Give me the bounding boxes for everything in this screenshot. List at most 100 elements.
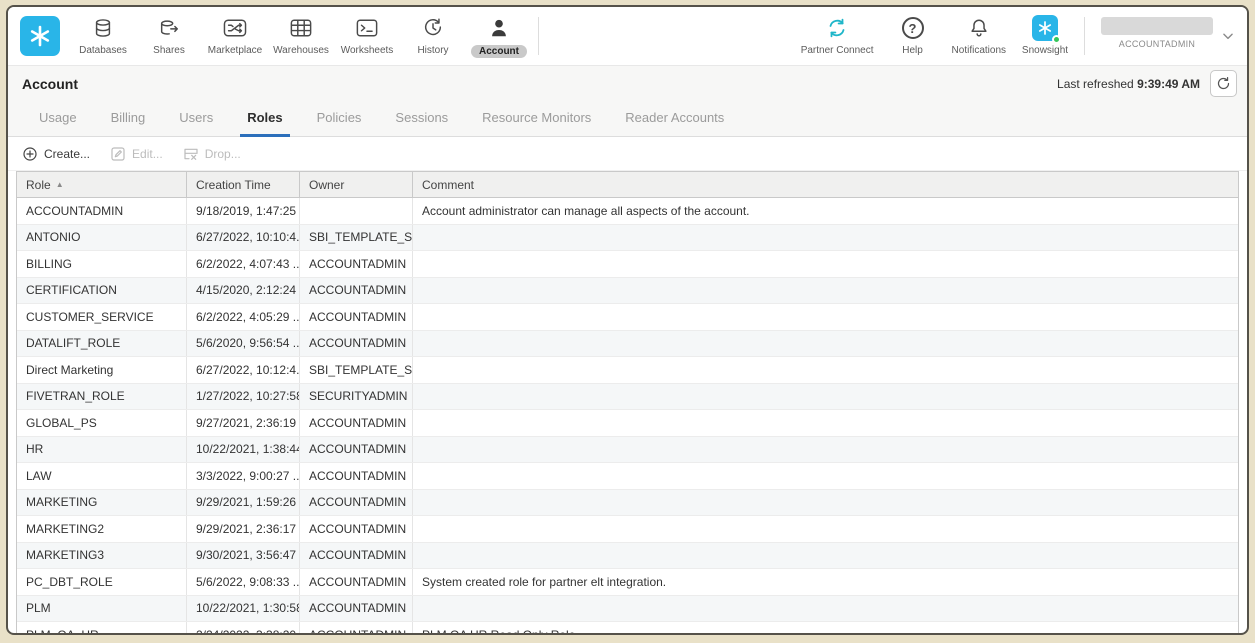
cell-role: MARKETING3 [17, 543, 187, 569]
history-clock-icon [422, 15, 444, 41]
tab-policies[interactable]: Policies [300, 110, 379, 136]
cell-role: CUSTOMER_SERVICE [17, 304, 187, 330]
account-person-icon [488, 15, 510, 41]
sort-ascending-icon: ▲ [56, 180, 64, 189]
table-row[interactable]: LAW 3/3/2022, 9:00:27 ... ACCOUNTADMIN [17, 463, 1238, 490]
column-header-comment[interactable]: Comment [413, 172, 1238, 197]
nav-item-worksheets[interactable]: Worksheets [334, 7, 400, 65]
cell-comment [413, 437, 1238, 463]
table-row[interactable]: ACCOUNTADMIN 9/18/2019, 1:47:25 ... Acco… [17, 198, 1238, 225]
nav-item-marketplace[interactable]: Marketplace [202, 7, 268, 65]
cell-role: CERTIFICATION [17, 278, 187, 304]
cell-owner: ACCOUNTADMIN [300, 596, 413, 622]
create-button[interactable]: Create... [22, 146, 90, 162]
drop-button[interactable]: Drop... [183, 146, 241, 162]
table-row[interactable]: BILLING 6/2/2022, 4:07:43 ... ACCOUNTADM… [17, 251, 1238, 278]
cell-role: HR [17, 437, 187, 463]
nav-label: Partner Connect [801, 45, 874, 56]
user-menu-toggle[interactable] [1217, 7, 1247, 65]
cell-creation-time: 6/27/2022, 10:10:4... [187, 225, 300, 251]
table-row[interactable]: Direct Marketing 6/27/2022, 10:12:4... S… [17, 357, 1238, 384]
cell-role: MARKETING2 [17, 516, 187, 542]
last-refreshed-text: Last refreshed 9:39:49 AM [1057, 77, 1200, 91]
tab-roles[interactable]: Roles [230, 110, 299, 136]
nav-item-databases[interactable]: Databases [70, 7, 136, 65]
cell-comment [413, 384, 1238, 410]
table-row[interactable]: MARKETING3 9/30/2021, 3:56:47 ... ACCOUN… [17, 543, 1238, 570]
nav-item-shares[interactable]: Shares [136, 7, 202, 65]
cell-comment [413, 304, 1238, 330]
create-label: Create... [44, 147, 90, 161]
nav-label: Snowsight [1022, 45, 1068, 56]
table-row[interactable]: CERTIFICATION 4/15/2020, 2:12:24 ... ACC… [17, 278, 1238, 305]
table-row[interactable]: FIVETRAN_ROLE 1/27/2022, 10:27:58... SEC… [17, 384, 1238, 411]
user-role-label: ACCOUNTADMIN [1119, 39, 1195, 49]
nav-spacer [545, 7, 795, 65]
nav-item-account[interactable]: Account [466, 7, 532, 65]
table-row[interactable]: MARKETING 9/29/2021, 1:59:26 ... ACCOUNT… [17, 490, 1238, 517]
edit-button[interactable]: Edit... [110, 146, 163, 162]
table-row[interactable]: MARKETING2 9/29/2021, 2:36:17 ... ACCOUN… [17, 516, 1238, 543]
cell-comment [413, 251, 1238, 277]
column-label: Owner [309, 178, 344, 192]
cell-owner: ACCOUNTADMIN [300, 331, 413, 357]
cell-comment: System created role for partner elt inte… [413, 569, 1238, 595]
cell-owner: ACCOUNTADMIN [300, 463, 413, 489]
app-window: Databases Shares [6, 5, 1249, 635]
tab-users[interactable]: Users [162, 110, 230, 136]
table-row[interactable]: PLM_QA_HR 2/24/2022, 3:38:20... ACCOUNTA… [17, 622, 1238, 633]
cell-role: LAW [17, 463, 187, 489]
cell-owner: ACCOUNTADMIN [300, 437, 413, 463]
table-body: ACCOUNTADMIN 9/18/2019, 1:47:25 ... Acco… [17, 198, 1238, 633]
nav-item-history[interactable]: History [400, 7, 466, 65]
cell-role: PLM [17, 596, 187, 622]
column-header-creation-time[interactable]: Creation Time [187, 172, 300, 197]
cell-owner: ACCOUNTADMIN [300, 516, 413, 542]
nav-label: History [417, 45, 448, 56]
table-row[interactable]: PLM 10/22/2021, 1:30:58... ACCOUNTADMIN [17, 596, 1238, 623]
table-row[interactable]: CUSTOMER_SERVICE 6/2/2022, 4:05:29 ... A… [17, 304, 1238, 331]
screenshot-frame: Databases Shares [0, 0, 1255, 643]
nav-divider [538, 17, 539, 55]
cell-creation-time: 2/24/2022, 3:38:20... [187, 622, 300, 633]
refresh-button[interactable] [1210, 70, 1237, 97]
cell-role: FIVETRAN_ROLE [17, 384, 187, 410]
nav-item-help[interactable]: ? Help [880, 7, 946, 65]
column-label: Creation Time [196, 178, 271, 192]
nav-item-notifications[interactable]: Notifications [946, 7, 1012, 65]
table-row[interactable]: HR 10/22/2021, 1:38:44... ACCOUNTADMIN [17, 437, 1238, 464]
snowflake-icon [28, 24, 52, 48]
cell-owner: ACCOUNTADMIN [300, 622, 413, 633]
table-row[interactable]: PC_DBT_ROLE 5/6/2022, 9:08:33 ... ACCOUN… [17, 569, 1238, 596]
tab-sessions[interactable]: Sessions [378, 110, 465, 136]
cell-comment [413, 278, 1238, 304]
cell-creation-time: 5/6/2020, 9:56:54 ... [187, 331, 300, 357]
cell-role: PC_DBT_ROLE [17, 569, 187, 595]
snowsight-icon [1032, 15, 1058, 41]
worksheets-terminal-icon [355, 15, 379, 41]
cell-owner: ACCOUNTADMIN [300, 543, 413, 569]
nav-item-warehouses[interactable]: Warehouses [268, 7, 334, 65]
refresh-icon [1216, 76, 1231, 91]
table-row[interactable]: GLOBAL_PS 9/27/2021, 2:36:19 ... ACCOUNT… [17, 410, 1238, 437]
snowflake-logo[interactable] [20, 16, 60, 56]
nav-item-partner-connect[interactable]: Partner Connect [795, 7, 880, 65]
roles-table: Role ▲ Creation Time Owner Comment ACCOU… [16, 171, 1239, 633]
plus-circle-icon [22, 146, 38, 162]
databases-icon [92, 15, 114, 41]
tab-billing[interactable]: Billing [94, 110, 163, 136]
bell-icon [968, 15, 990, 41]
tab-usage[interactable]: Usage [22, 110, 94, 136]
cell-owner: SBI_TEMPLATE_SN... [300, 357, 413, 383]
refresh-area: Last refreshed 9:39:49 AM [1057, 70, 1237, 97]
cell-owner: ACCOUNTADMIN [300, 251, 413, 277]
tab-reader-accounts[interactable]: Reader Accounts [608, 110, 741, 136]
user-menu[interactable]: ACCOUNTADMIN [1091, 7, 1217, 65]
column-header-owner[interactable]: Owner [300, 172, 413, 197]
table-row[interactable]: ANTONIO 6/27/2022, 10:10:4... SBI_TEMPLA… [17, 225, 1238, 252]
tab-resource-monitors[interactable]: Resource Monitors [465, 110, 608, 136]
column-header-role[interactable]: Role ▲ [17, 172, 187, 197]
nav-item-snowsight[interactable]: Snowsight [1012, 7, 1078, 65]
table-row[interactable]: DATALIFT_ROLE 5/6/2020, 9:56:54 ... ACCO… [17, 331, 1238, 358]
drop-label: Drop... [205, 147, 241, 161]
